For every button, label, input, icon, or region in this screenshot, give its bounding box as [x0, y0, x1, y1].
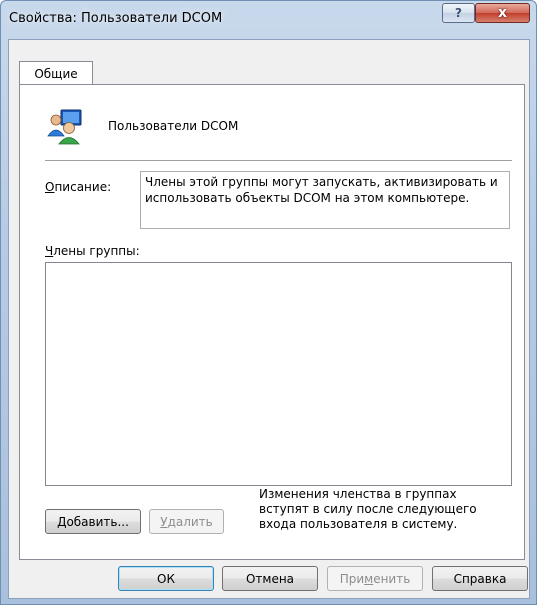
tab-general[interactable]: Общие [19, 61, 93, 85]
close-icon: x [497, 5, 508, 21]
membership-note: Изменения членства в группах вступят в с… [259, 487, 477, 531]
close-button[interactable]: x [475, 3, 530, 23]
tab-general-label: Общие [34, 66, 78, 81]
group-users-icon [47, 109, 82, 145]
add-button-accel: Д [57, 514, 67, 529]
members-label: Члены группы: [45, 244, 140, 258]
members-label-rest: лены группы: [53, 244, 140, 258]
remove-button-rest: далить [167, 514, 213, 529]
remove-button-accel: У [160, 514, 168, 529]
apply-button-accel: м [364, 571, 374, 586]
help-button[interactable]: Справка [432, 566, 528, 591]
members-list[interactable] [45, 262, 512, 486]
description-field[interactable]: Члены этой группы могут запускать, актив… [140, 171, 510, 229]
description-label: Описание: [45, 180, 111, 194]
add-button-rest: обавить... [66, 514, 129, 529]
title-bar[interactable]: Свойства: Пользователи DCOM ? x [1, 1, 536, 39]
apply-button[interactable]: При м енить [327, 566, 423, 591]
cancel-button[interactable]: Отмена [222, 566, 318, 591]
help-title-button[interactable]: ? [442, 3, 475, 23]
window-title: Свойства: Пользователи DCOM [9, 11, 223, 26]
description-label-rest: писание: [54, 180, 112, 194]
add-button[interactable]: Добавить... [45, 509, 141, 534]
group-name: Пользователи DCOM [108, 119, 239, 133]
ok-button[interactable]: ОК [118, 566, 214, 591]
question-icon: ? [455, 6, 462, 20]
apply-button-before: При [339, 571, 365, 586]
members-label-accel: Ч [45, 244, 54, 258]
separator [45, 160, 512, 161]
remove-button[interactable]: Удалить [149, 509, 224, 534]
apply-button-after: енить [373, 571, 411, 586]
